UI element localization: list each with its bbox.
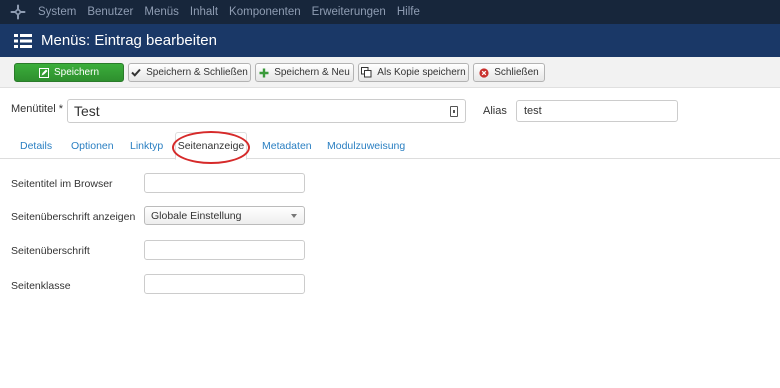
browser-title-label: Seitentitel im Browser bbox=[11, 178, 113, 190]
top-navigation: System Benutzer Menüs Inhalt Komponenten… bbox=[0, 0, 780, 24]
plus-icon bbox=[259, 68, 269, 78]
list-icon bbox=[14, 33, 32, 49]
edit-icon bbox=[38, 67, 49, 78]
page-header: Menüs: Eintrag bearbeiten bbox=[0, 24, 780, 57]
close-button[interactable]: Schließen bbox=[473, 63, 545, 82]
page-title: Menüs: Eintrag bearbeiten bbox=[41, 32, 217, 49]
page-class-input[interactable] bbox=[144, 274, 305, 294]
tab-bar: Details Optionen Linktyp Seitenanzeige M… bbox=[0, 131, 780, 160]
save-close-button[interactable]: Speichern & Schließen bbox=[128, 63, 251, 82]
chevron-down-icon bbox=[291, 214, 297, 218]
save-close-label: Speichern & Schließen bbox=[146, 67, 248, 78]
save-button-label: Speichern bbox=[53, 67, 100, 78]
close-circle-icon bbox=[479, 67, 489, 78]
topnav-components[interactable]: Komponenten bbox=[229, 6, 301, 18]
heading-label: Seitenüberschrift bbox=[11, 245, 90, 257]
save-new-label: Speichern & Neu bbox=[274, 67, 350, 78]
topnav-menus[interactable]: Menüs bbox=[144, 6, 179, 18]
topnav-help[interactable]: Hilfe bbox=[397, 6, 420, 18]
topnav-users[interactable]: Benutzer bbox=[87, 6, 133, 18]
check-icon bbox=[131, 68, 141, 77]
lock-icon[interactable] bbox=[450, 106, 458, 117]
topnav-system[interactable]: System bbox=[38, 6, 76, 18]
menutitle-value: Test bbox=[74, 103, 100, 119]
toolbar: Speichern Speichern & Schließen Speicher… bbox=[0, 57, 780, 88]
tab-module-assignment[interactable]: Modulzuweisung bbox=[327, 140, 405, 152]
alias-value: test bbox=[524, 105, 542, 117]
close-button-label: Schließen bbox=[494, 67, 539, 78]
tab-metadata[interactable]: Metadaten bbox=[262, 140, 312, 152]
tab-page-display[interactable]: Seitenanzeige bbox=[175, 132, 247, 160]
tab-options[interactable]: Optionen bbox=[71, 140, 114, 152]
save-button[interactable]: Speichern bbox=[14, 63, 124, 82]
menutitle-input[interactable]: Test bbox=[67, 99, 466, 123]
topnav-content[interactable]: Inhalt bbox=[190, 6, 218, 18]
menutitle-label: Menütitel * bbox=[11, 103, 63, 115]
show-heading-label: Seitenüberschrift anzeigen bbox=[11, 211, 136, 223]
heading-input[interactable] bbox=[144, 240, 305, 260]
page-class-label: Seitenklasse bbox=[11, 280, 71, 292]
tab-details[interactable]: Details bbox=[20, 140, 52, 152]
alias-label: Alias bbox=[483, 105, 507, 117]
browser-title-input[interactable] bbox=[144, 173, 305, 193]
topnav-extensions[interactable]: Erweiterungen bbox=[312, 6, 386, 18]
joomla-logo-icon[interactable] bbox=[8, 2, 28, 22]
show-heading-value: Globale Einstellung bbox=[151, 209, 242, 222]
save-as-copy-label: Als Kopie speichern bbox=[377, 67, 466, 78]
alias-input[interactable]: test bbox=[516, 100, 678, 122]
show-heading-select[interactable]: Globale Einstellung bbox=[144, 206, 305, 225]
tab-linktype[interactable]: Linktyp bbox=[130, 140, 163, 152]
copy-icon bbox=[361, 67, 372, 78]
save-new-button[interactable]: Speichern & Neu bbox=[255, 63, 354, 82]
save-as-copy-button[interactable]: Als Kopie speichern bbox=[358, 63, 469, 82]
